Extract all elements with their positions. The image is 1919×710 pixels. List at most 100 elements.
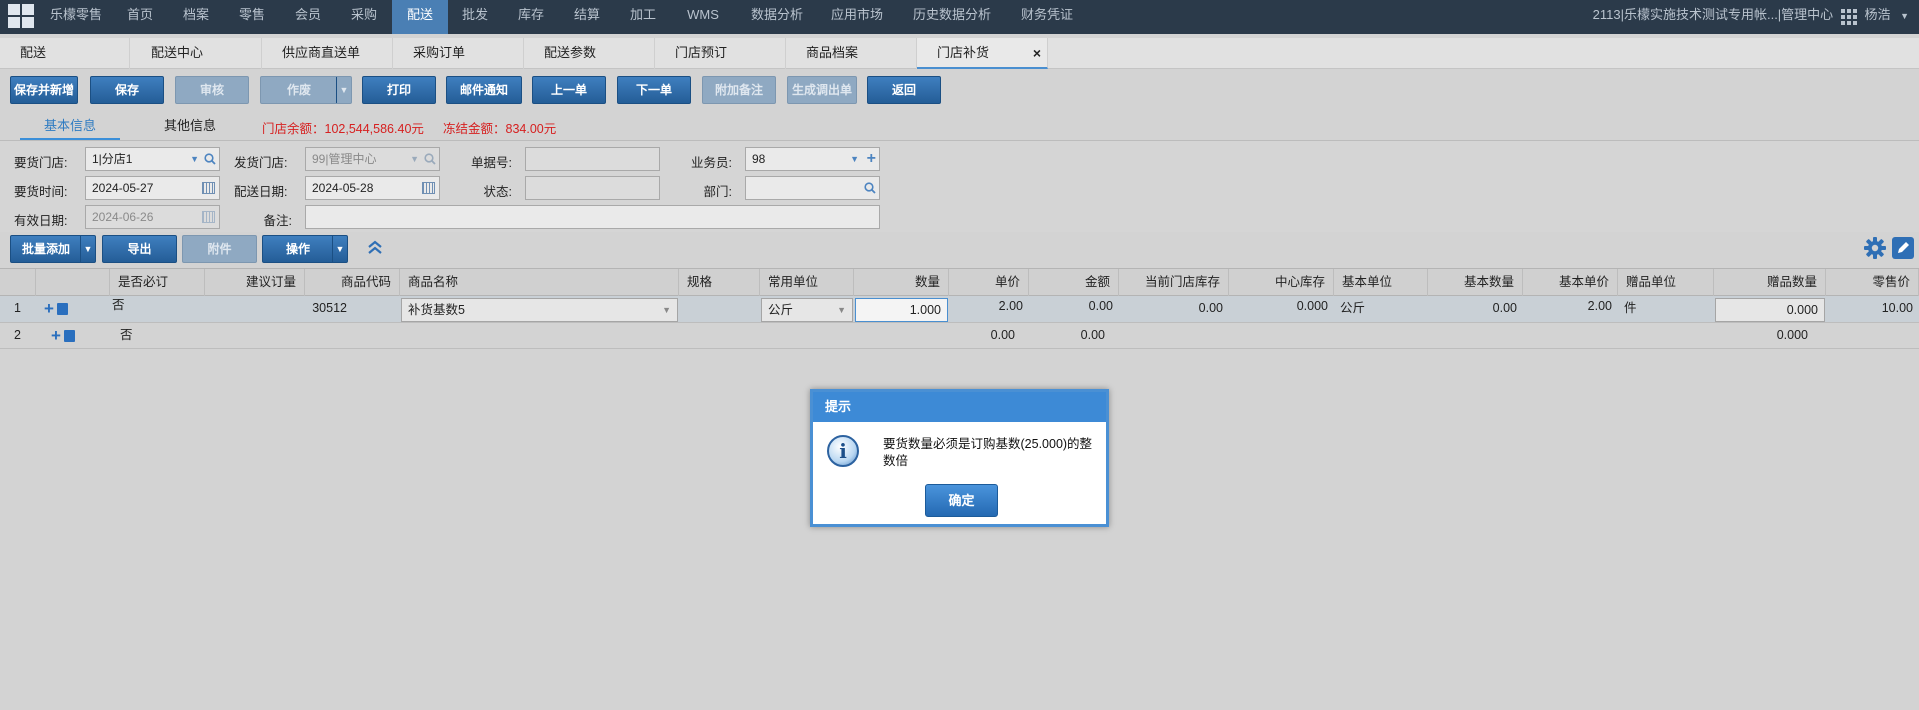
nav-data-analysis[interactable]: 数据分析 [744, 0, 810, 34]
void-button[interactable]: 作废 ▼ [260, 76, 352, 104]
search-icon[interactable] [864, 177, 876, 207]
nav-app-market[interactable]: 应用市场 [824, 0, 890, 34]
ok-button[interactable]: 确定 [925, 484, 998, 517]
unit-select[interactable]: 公斤 ▼ [761, 298, 853, 322]
operation-button[interactable]: 操作 ▼ [262, 235, 348, 263]
account-name[interactable]: 2113|乐檬实施技术测试专用帐...|管理中心 [1593, 7, 1834, 22]
prev-doc-button[interactable]: 上一单 [532, 76, 606, 104]
col-amount[interactable]: 金额 [1029, 269, 1119, 296]
nav-wms[interactable]: WMS [678, 0, 728, 34]
apps-grid-icon[interactable] [1840, 6, 1857, 25]
delete-row-icon[interactable] [56, 303, 68, 315]
cell-required[interactable]: 否 [106, 296, 131, 323]
back-button[interactable]: 返回 [867, 76, 941, 104]
chevron-down-icon[interactable]: ▼ [336, 77, 351, 103]
nav-processing[interactable]: 加工 [620, 0, 666, 34]
search-icon[interactable] [204, 148, 216, 178]
chevron-down-icon[interactable]: ▼ [1900, 11, 1909, 21]
attach-remark-button[interactable]: 附加备注 [702, 76, 776, 104]
batch-add-button[interactable]: 批量添加 ▼ [10, 235, 96, 263]
nav-retail[interactable]: 零售 [229, 0, 275, 34]
col-base-price[interactable]: 基本单价 [1523, 269, 1618, 296]
cell-price[interactable]: 2.00 [949, 296, 1029, 323]
col-gift-unit[interactable]: 赠品单位 [1618, 269, 1714, 296]
cell-base-price[interactable]: 2.00 [1523, 296, 1618, 323]
table-row[interactable]: 2 + 否 0.00 0.00 0.000 [0, 323, 1919, 349]
tab-basic-info[interactable]: 基本信息 [20, 116, 120, 140]
salesman-select[interactable]: 98 ▼ + [745, 147, 880, 171]
cell-center-stock[interactable]: 0.000 [1229, 296, 1334, 323]
tab-store-replenish[interactable]: 门店补货 × [917, 38, 1048, 69]
nav-history-analysis[interactable]: 历史数据分析 [906, 0, 998, 34]
cell-store-stock[interactable]: 0.00 [1119, 296, 1229, 323]
collapse-up-icon[interactable] [366, 238, 384, 258]
doc-no-field[interactable] [525, 147, 660, 171]
tab-store-preorder[interactable]: 门店预订 [655, 38, 786, 69]
nav-archive[interactable]: 档案 [173, 0, 219, 34]
cell-code[interactable]: 30512 [305, 296, 353, 323]
col-base-unit[interactable]: 基本单位 [1334, 269, 1428, 296]
cell-retail-price[interactable]: 10.00 [1826, 296, 1919, 323]
valid-date-field[interactable]: 2024-06-26 [85, 205, 220, 229]
col-qty[interactable]: 数量 [854, 269, 949, 296]
calendar-icon[interactable] [202, 182, 215, 194]
table-row[interactable]: 1 + 否 30512 补货基数5 ▼ 公斤 ▼ 1.000 2.00 0.00… [0, 296, 1919, 323]
nav-finance-voucher[interactable]: 财务凭证 [1014, 0, 1080, 34]
col-price[interactable]: 单价 [949, 269, 1029, 296]
cell-required[interactable]: 否 [114, 323, 139, 350]
tab-distribution-params[interactable]: 配送参数 [524, 38, 655, 69]
col-base-qty[interactable]: 基本数量 [1428, 269, 1523, 296]
col-gift-qty[interactable]: 赠品数量 [1714, 269, 1826, 296]
export-button[interactable]: 导出 [102, 235, 177, 263]
col-spec[interactable]: 规格 [679, 269, 760, 296]
close-icon[interactable]: × [1033, 38, 1041, 68]
gear-icon[interactable] [1864, 237, 1886, 259]
gen-transfer-out-button[interactable]: 生成调出单 [787, 76, 857, 104]
attachment-button[interactable]: 附件 [182, 235, 257, 263]
ship-date-field[interactable]: 2024-05-28 [305, 176, 440, 200]
col-common-unit[interactable]: 常用单位 [760, 269, 854, 296]
req-time-field[interactable]: 2024-05-27 [85, 176, 220, 200]
col-center-stock[interactable]: 中心库存 [1229, 269, 1334, 296]
remark-field[interactable] [305, 205, 880, 229]
cell-price[interactable]: 0.00 [949, 323, 1021, 350]
nav-purchase[interactable]: 采购 [341, 0, 387, 34]
tab-product-archive[interactable]: 商品档案 [786, 38, 917, 69]
chevron-down-icon[interactable]: ▼ [332, 236, 347, 262]
col-name[interactable]: 商品名称 [400, 269, 679, 296]
nav-wholesale[interactable]: 批发 [452, 0, 498, 34]
tab-distribution-center[interactable]: 配送中心 [131, 38, 262, 69]
app-grid-logo-icon[interactable] [8, 4, 36, 30]
nav-inventory[interactable]: 库存 [508, 0, 554, 34]
col-store-stock[interactable]: 当前门店库存 [1119, 269, 1229, 296]
add-row-icon[interactable]: + [51, 326, 61, 345]
chevron-down-icon[interactable]: ▼ [662, 299, 671, 321]
email-notify-button[interactable]: 邮件通知 [446, 76, 522, 104]
nav-home[interactable]: 首页 [117, 0, 163, 34]
product-name-select[interactable]: 补货基数5 ▼ [401, 298, 678, 322]
chevron-down-icon[interactable]: ▼ [410, 148, 419, 170]
plus-icon[interactable]: + [867, 148, 876, 170]
nav-distribution[interactable]: 配送 [392, 0, 448, 34]
calendar-icon[interactable] [422, 182, 435, 194]
user-name[interactable]: 杨浩 [1864, 7, 1890, 22]
nav-brand[interactable]: 乐檬零售 [44, 0, 108, 34]
tab-other-info[interactable]: 其他信息 [140, 116, 240, 140]
delete-row-icon[interactable] [63, 330, 75, 342]
edit-icon[interactable] [1892, 237, 1914, 259]
cell-amount[interactable]: 0.00 [1029, 323, 1111, 350]
audit-button[interactable]: 审核 [175, 76, 249, 104]
chevron-down-icon[interactable]: ▼ [80, 236, 95, 262]
calendar-icon[interactable] [202, 211, 215, 223]
send-store-select[interactable]: 99|管理中心 ▼ [305, 147, 440, 171]
cell-gift-unit[interactable]: 件 [1618, 296, 1714, 323]
chevron-down-icon[interactable]: ▼ [190, 148, 199, 170]
cell-base-qty[interactable]: 0.00 [1428, 296, 1523, 323]
qty-input[interactable]: 1.000 [855, 298, 948, 322]
col-suggest-qty[interactable]: 建议订量 [205, 269, 305, 296]
chevron-down-icon[interactable]: ▼ [850, 148, 859, 170]
search-icon[interactable] [424, 148, 436, 178]
gift-qty-input[interactable]: 0.000 [1715, 298, 1825, 322]
print-button[interactable]: 打印 [362, 76, 436, 104]
col-retail-price[interactable]: 零售价 [1826, 269, 1919, 296]
